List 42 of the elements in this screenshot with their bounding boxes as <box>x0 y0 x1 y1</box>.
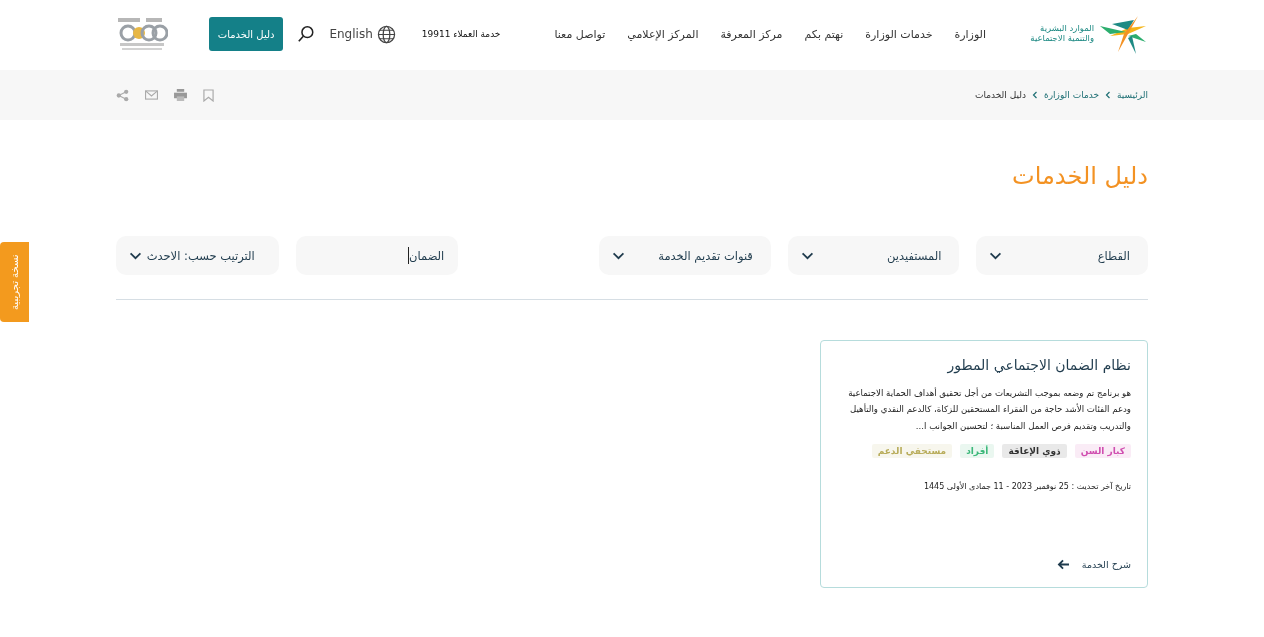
filter-dropdown[interactable]: الترتيب حسب: الاحدث <box>116 236 279 275</box>
nav-link[interactable]: خدمات الوزارة <box>865 27 933 41</box>
card-description: هو برنامج تم وضعه بموجب التشريعات من أجل تحقيق أهداف الحماية الاجتماعية ودعم الفئات الأشد حاجة من الفقراء المستحقين للزكاة، كالدعم النقدي والتأهيل والتدريب وتقديم فرص العمل المناسبة ؛ لتحسين الجوانب ا... <box>847 386 1131 433</box>
service-card[interactable] <box>820 340 1148 588</box>
breadcrumb-link[interactable]: الرئيسية <box>1117 90 1148 100</box>
filter-dropdown[interactable]: المستفيدين <box>787 236 960 275</box>
customer-service[interactable]: خدمة العملاء 19911 <box>421 29 501 39</box>
nav-link[interactable]: تواصل معنا <box>554 27 606 41</box>
chevron-icon <box>1105 91 1111 99</box>
card-title: نظام الضمان الاجتماعي المطور <box>946 357 1131 373</box>
page-title: دليل الخدمات <box>1011 162 1148 192</box>
category-tag: أفراد <box>960 444 995 458</box>
chevron-down-icon <box>800 251 814 260</box>
breadcrumb-link[interactable]: دليل الخدمات <box>975 90 1026 100</box>
category-tag: كبار السن <box>1074 444 1131 458</box>
nav-link[interactable]: المركز الإعلامي <box>627 27 699 41</box>
breadcrumb-link[interactable]: خدمات الوزارة <box>1044 90 1099 100</box>
mail-icon[interactable] <box>145 90 158 100</box>
language-link[interactable]: English <box>329 24 396 44</box>
globe-icon <box>376 24 396 44</box>
bookmark-icon[interactable] <box>203 88 214 102</box>
filter-dropdown[interactable]: القطاع <box>976 236 1148 275</box>
last-updated-date: تاريخ آخر تحديث : 25 نوفمبر 2023 - 11 جمادى الأولى 1445 <box>922 482 1131 491</box>
nav-link[interactable]: الوزارة <box>954 27 986 41</box>
chevron-down-icon <box>129 251 142 260</box>
ministry-logo[interactable]: الموارد البشرية والتنمية الاجتماعية <box>1022 14 1148 54</box>
nav-link[interactable]: مركز المعرفة <box>720 27 783 41</box>
category-tag: ذوي الإعاقة <box>1002 444 1067 458</box>
category-tag: مستحقي الدعم <box>871 444 953 458</box>
filter-dropdown[interactable]: قنوات تقديم الخدمة <box>599 236 771 275</box>
share-icon[interactable] <box>116 88 129 102</box>
chevron-icon <box>1032 91 1038 99</box>
logo-text: الموارد البشرية والتنمية الاجتماعية <box>1029 24 1094 44</box>
search-field[interactable]: الضمان <box>295 236 459 275</box>
chevron-down-icon <box>989 251 1003 260</box>
search-icon[interactable] <box>297 25 316 43</box>
print-icon[interactable] <box>174 89 187 101</box>
nav-link[interactable]: نهتم بكم <box>804 27 844 41</box>
chevron-down-icon <box>612 251 626 260</box>
arrow-left-icon <box>1056 559 1070 570</box>
services-guide-button[interactable]: دليل الخدمات <box>208 17 284 51</box>
service-details-link[interactable]: شرح الخدمة <box>837 559 1131 570</box>
